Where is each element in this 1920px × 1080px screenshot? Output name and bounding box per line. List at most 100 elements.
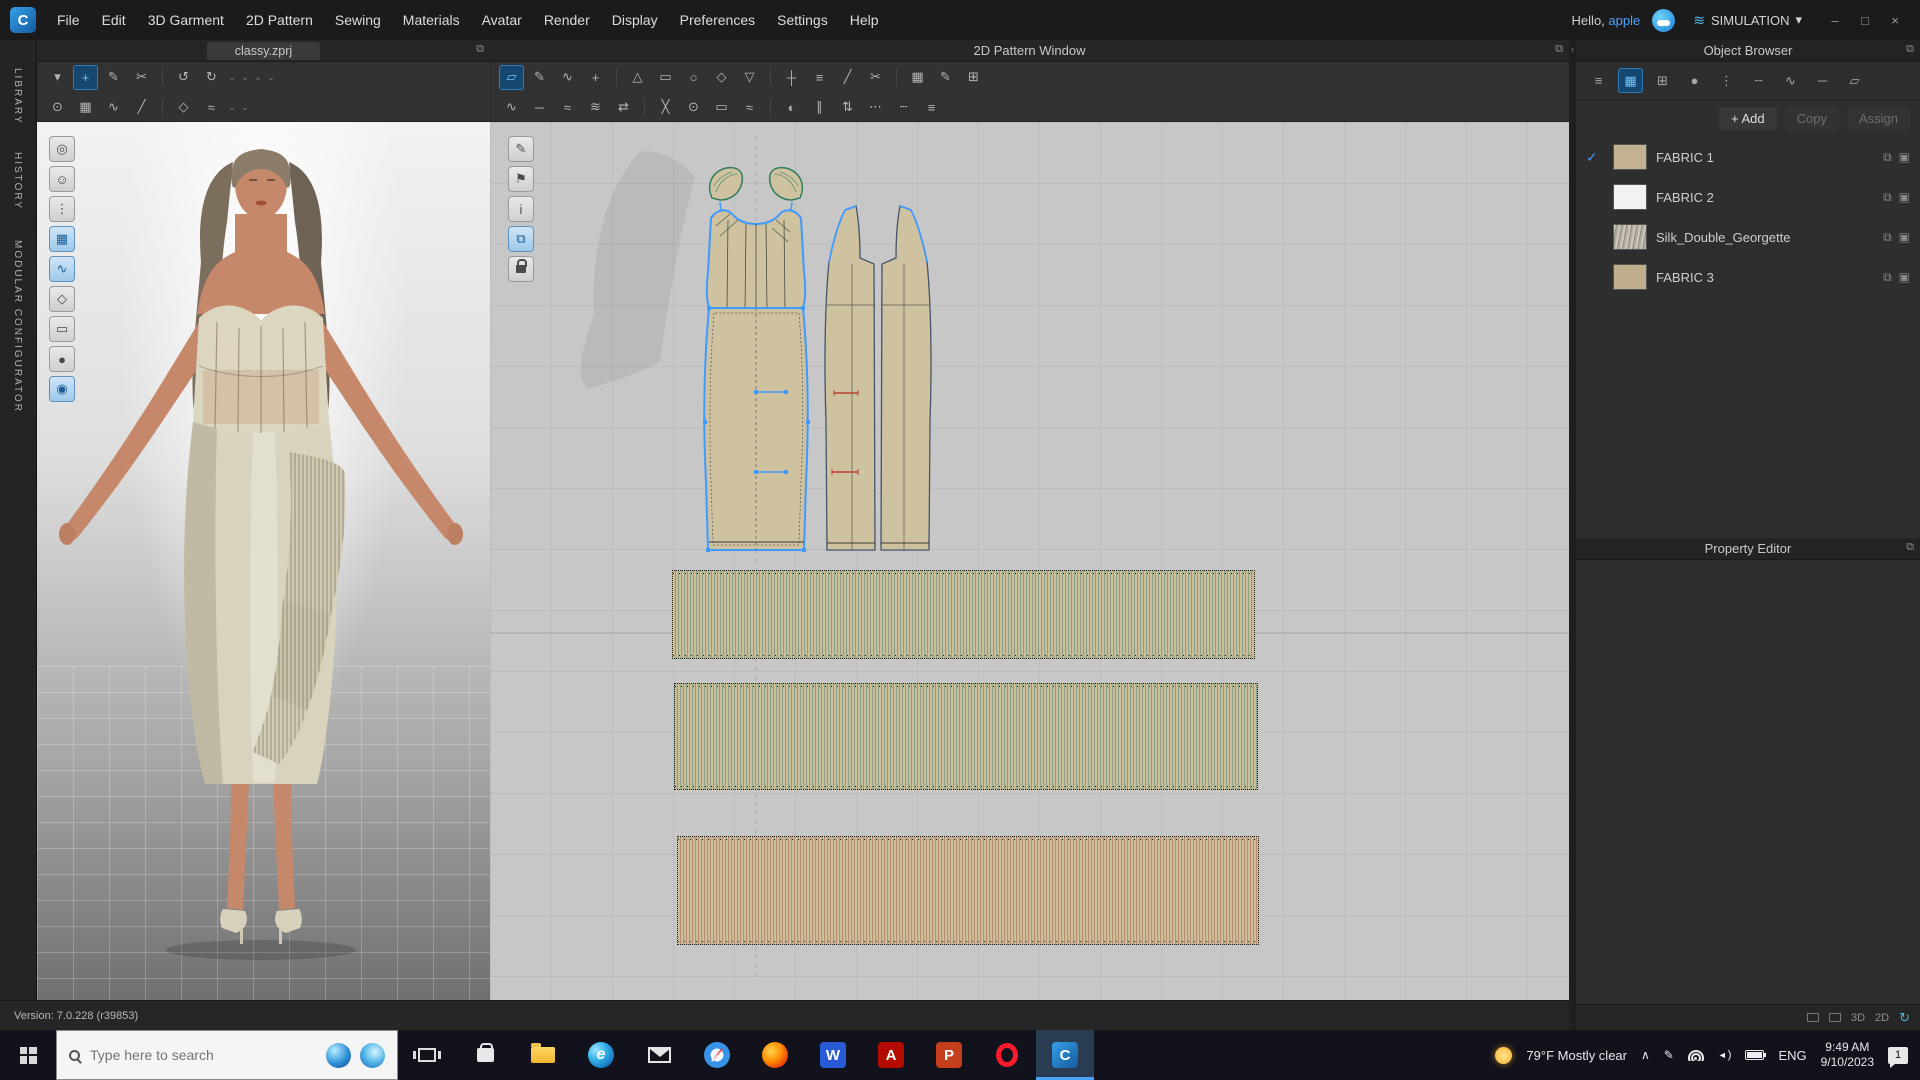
- graphic-tab-icon[interactable]: [1842, 68, 1867, 93]
- task-view-button[interactable]: [398, 1030, 456, 1080]
- search-highlight-icon[interactable]: [360, 1042, 385, 1068]
- brush-tool-icon[interactable]: [101, 65, 126, 90]
- menu-edit[interactable]: Edit: [91, 7, 137, 33]
- popout-2d-icon[interactable]: ⧉: [1555, 43, 1563, 56]
- trim-tab-icon[interactable]: [1650, 68, 1675, 93]
- move-tool-icon[interactable]: [73, 64, 98, 90]
- minimize-button[interactable]: –: [1820, 13, 1850, 28]
- fabric-row[interactable]: ✓ FABRIC 1: [1576, 137, 1920, 177]
- simulate-menu-icon[interactable]: [45, 65, 70, 90]
- menu-preferences[interactable]: Preferences: [669, 7, 766, 33]
- start-button[interactable]: [0, 1030, 56, 1080]
- mode-2d-button[interactable]: 2D: [1875, 1012, 1889, 1024]
- free-sewing-tool-icon[interactable]: [555, 95, 580, 120]
- detach-sewing-tool-icon[interactable]: [653, 95, 678, 120]
- button-tab-icon[interactable]: [1682, 68, 1707, 93]
- annotation-tool-icon[interactable]: [933, 65, 958, 90]
- show-seamline-icon[interactable]: [49, 256, 75, 282]
- weather-icon[interactable]: [1495, 1046, 1513, 1064]
- menu-avatar[interactable]: Avatar: [471, 7, 533, 33]
- object-browser-header[interactable]: › Object Browser ⧉: [1571, 40, 1920, 62]
- measure-3d-tool-icon[interactable]: [129, 95, 154, 120]
- trace-tool-icon[interactable]: [835, 65, 860, 90]
- pleat-strip-pattern-3[interactable]: [677, 836, 1259, 945]
- tray-expand-icon[interactable]: ∧: [1641, 1048, 1650, 1062]
- simulation-dropdown-icon[interactable]: ▾: [1795, 12, 1802, 28]
- transform-pattern-tool-icon[interactable]: [499, 64, 524, 90]
- fabric-detail-icon[interactable]: [1899, 190, 1910, 205]
- clo-app-button[interactable]: C: [1036, 1030, 1094, 1080]
- show-pressure-icon[interactable]: [49, 346, 75, 372]
- assign-fabric-button[interactable]: Assign: [1846, 107, 1910, 130]
- layer-2d-icon[interactable]: [508, 226, 534, 252]
- texture-editor-tool-icon[interactable]: [961, 65, 986, 90]
- grading-tool-icon[interactable]: [905, 65, 930, 90]
- simulation-toggle[interactable]: ≋ SIMULATION ▾: [1687, 12, 1808, 29]
- internal-polygon-tool-icon[interactable]: [737, 65, 762, 90]
- fabric-row[interactable]: FABRIC 2: [1576, 177, 1920, 217]
- viewport-3d-canvas[interactable]: [37, 122, 490, 1000]
- stitch-tab-icon[interactable]: [1778, 68, 1803, 93]
- lock-2d-icon[interactable]: [508, 256, 534, 282]
- mn-segment-tool-icon[interactable]: [583, 95, 608, 120]
- show-style-icon[interactable]: [49, 316, 75, 342]
- safari-button[interactable]: [688, 1030, 746, 1080]
- show-arrangement-icon[interactable]: [49, 196, 75, 222]
- pattern-2d-canvas[interactable]: [490, 122, 1569, 1000]
- pin-3d-tool-icon[interactable]: [45, 95, 70, 120]
- notch-tool-icon[interactable]: [779, 65, 804, 90]
- language-indicator[interactable]: ENG: [1778, 1048, 1806, 1063]
- fuse-tool-icon[interactable]: [779, 95, 804, 120]
- add-fabric-button[interactable]: + Add: [1718, 107, 1777, 130]
- collapse-panel-icon[interactable]: ›: [1569, 44, 1576, 54]
- popout-property-editor-icon[interactable]: ⧉: [1906, 541, 1914, 554]
- tool-group-chevron-icon[interactable]: [227, 72, 237, 83]
- property-editor-header[interactable]: Property Editor ⧉: [1576, 538, 1920, 560]
- notification-icon[interactable]: 1: [1888, 1046, 1908, 1068]
- menu-file[interactable]: File: [46, 7, 91, 33]
- tool-group-chevron-icon[interactable]: [240, 72, 250, 83]
- arrangement-tool-icon[interactable]: [73, 95, 98, 120]
- show-internal-icon[interactable]: [49, 286, 75, 312]
- zipper-tab-icon[interactable]: [1714, 68, 1739, 93]
- dart-tool-icon[interactable]: [709, 65, 734, 90]
- show-seamline-2d-icon[interactable]: [508, 136, 534, 162]
- clone-fabric-icon[interactable]: [1883, 270, 1892, 285]
- circle-tool-icon[interactable]: [681, 65, 706, 90]
- wind-tool-icon[interactable]: [199, 95, 224, 120]
- store-app-button[interactable]: [456, 1030, 514, 1080]
- fabric-detail-icon[interactable]: [1899, 230, 1910, 245]
- powerpoint-button[interactable]: P: [920, 1030, 978, 1080]
- file-explorer-button[interactable]: [514, 1030, 572, 1080]
- ui-layout-2-icon[interactable]: [1828, 1013, 1841, 1022]
- clone-fabric-icon[interactable]: [1883, 190, 1892, 205]
- flip-tool-icon[interactable]: [835, 95, 860, 120]
- pleat-strip-pattern-2[interactable]: [674, 683, 1258, 790]
- cut-sew-tool-icon[interactable]: [863, 65, 888, 90]
- redo-icon[interactable]: [199, 65, 224, 90]
- back-pattern-piece[interactable]: [824, 205, 932, 551]
- battery-icon[interactable]: [1745, 1050, 1767, 1060]
- clo-logo-icon[interactable]: C: [10, 7, 36, 33]
- fabric-row[interactable]: FABRIC 3: [1576, 257, 1920, 297]
- menu-materials[interactable]: Materials: [392, 7, 471, 33]
- add-point-tool-icon[interactable]: [583, 65, 608, 90]
- edit-curve-tool-icon[interactable]: [555, 65, 580, 90]
- clone-fabric-icon[interactable]: [1883, 230, 1892, 245]
- mail-button[interactable]: [630, 1030, 688, 1080]
- pleat-strip-pattern-1[interactable]: [672, 570, 1255, 659]
- topstitch-tool-icon[interactable]: [891, 95, 916, 120]
- show-annotation-2d-icon[interactable]: [508, 166, 534, 192]
- menu-help[interactable]: Help: [839, 7, 890, 33]
- piping-tab-icon[interactable]: [1810, 68, 1835, 93]
- pleat-tool-icon[interactable]: [807, 95, 832, 120]
- search-highlight-icon[interactable]: [326, 1042, 351, 1068]
- shirring-tool-icon[interactable]: [919, 95, 944, 120]
- word-button[interactable]: W: [804, 1030, 862, 1080]
- copy-fabric-button[interactable]: Copy: [1784, 107, 1839, 130]
- taskbar-search[interactable]: [56, 1030, 398, 1080]
- tool-group-chevron-icon[interactable]: [227, 102, 237, 113]
- polygon-tool-icon[interactable]: [625, 65, 650, 90]
- fabric-tab-icon[interactable]: [1618, 68, 1643, 93]
- tool-group-chevron-icon[interactable]: [266, 72, 276, 83]
